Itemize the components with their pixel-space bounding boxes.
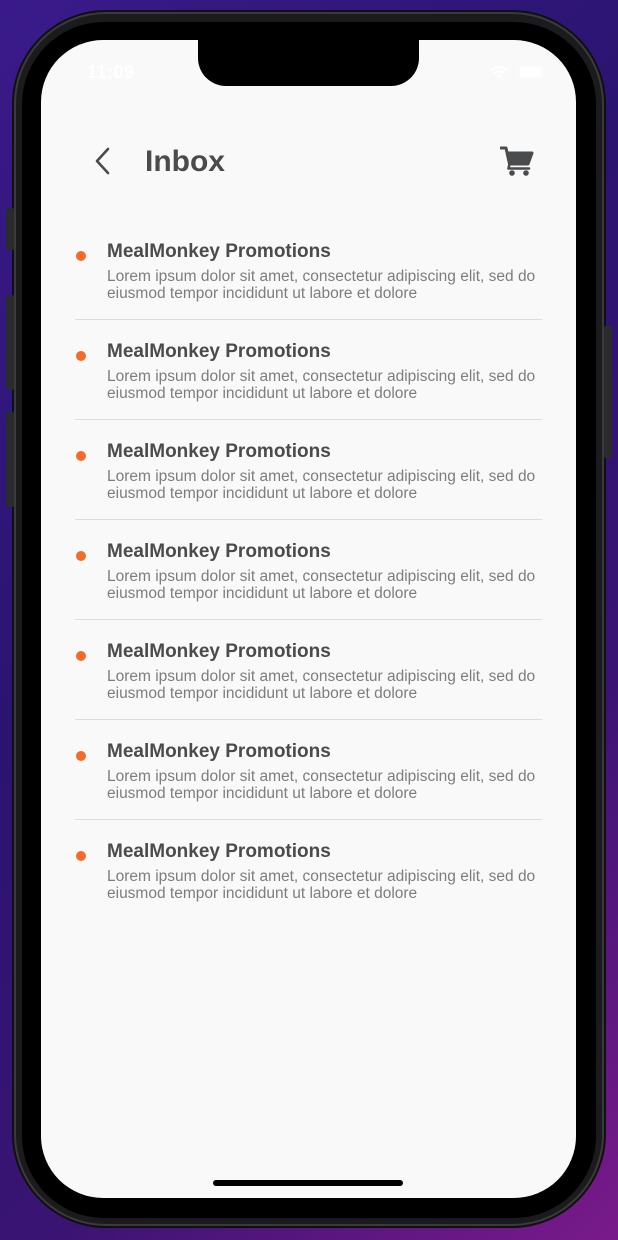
message-title: MealMonkey Promotions [107,341,331,362]
list-item[interactable]: MealMonkey Promotions Lorem ipsum dolor … [75,320,542,420]
list-item[interactable]: MealMonkey Promotions Lorem ipsum dolor … [75,520,542,620]
list-item[interactable]: MealMonkey Promotions Lorem ipsum dolor … [75,720,542,820]
unread-dot [76,651,86,661]
home-indicator[interactable] [213,1180,403,1186]
side-button-volume-down [6,412,14,507]
chevron-left-icon [93,146,113,181]
message-title: MealMonkey Promotions [107,541,331,562]
status-icons [488,64,546,80]
side-button-mute [6,208,14,250]
message-title: MealMonkey Promotions [107,641,331,662]
unread-dot [76,251,86,261]
battery-icon [518,65,546,79]
inbox-list: MealMonkey Promotions Lorem ipsum dolor … [75,220,542,920]
unread-dot [76,451,86,461]
cart-button[interactable] [498,143,538,183]
unread-dot [76,351,86,361]
message-title: MealMonkey Promotions [107,241,331,262]
message-preview: Lorem ipsum dolor sit amet, consectetur … [107,568,536,602]
message-title: MealMonkey Promotions [107,441,331,462]
list-item[interactable]: MealMonkey Promotions Lorem ipsum dolor … [75,420,542,520]
message-title: MealMonkey Promotions [107,841,331,862]
message-preview: Lorem ipsum dolor sit amet, consectetur … [107,768,536,802]
side-button-volume-up [6,295,14,390]
page-title: Inbox [145,145,225,178]
back-button[interactable] [85,141,121,185]
status-time: 11:09 [87,62,135,82]
message-title: MealMonkey Promotions [107,741,331,762]
unread-dot [76,851,86,861]
message-preview: Lorem ipsum dolor sit amet, consectetur … [107,268,536,302]
message-preview: Lorem ipsum dolor sit amet, consectetur … [107,668,536,702]
message-preview: Lorem ipsum dolor sit amet, consectetur … [107,468,536,502]
unread-dot [76,751,86,761]
list-item[interactable]: MealMonkey Promotions Lorem ipsum dolor … [75,820,542,920]
unread-dot [76,551,86,561]
shopping-cart-icon [499,145,536,182]
screen: 11:09 Inbox MealMonkey Promotions Lorem … [41,40,576,1198]
notch [198,40,419,86]
side-button-power [604,326,612,458]
list-item[interactable]: MealMonkey Promotions Lorem ipsum dolor … [75,620,542,720]
message-preview: Lorem ipsum dolor sit amet, consectetur … [107,368,536,402]
wifi-icon [488,64,510,80]
header: Inbox [41,135,576,191]
list-item[interactable]: MealMonkey Promotions Lorem ipsum dolor … [75,220,542,320]
message-preview: Lorem ipsum dolor sit amet, consectetur … [107,868,536,902]
